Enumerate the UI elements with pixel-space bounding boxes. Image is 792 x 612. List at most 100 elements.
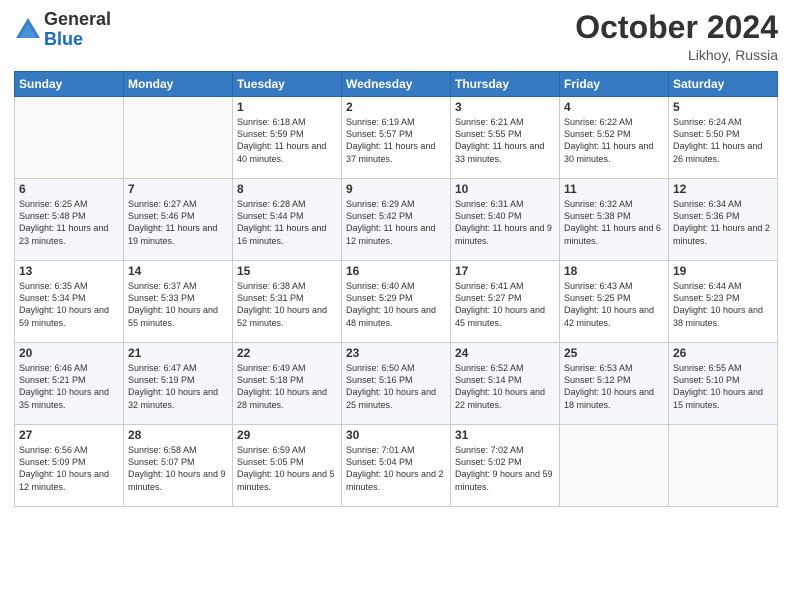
day-info: Sunrise: 6:58 AMSunset: 5:07 PMDaylight:… [128,444,228,493]
col-wednesday: Wednesday [342,72,451,97]
day-info: Sunrise: 6:40 AMSunset: 5:29 PMDaylight:… [346,280,446,329]
table-row: 1 Sunrise: 6:18 AMSunset: 5:59 PMDayligh… [233,97,342,179]
day-info: Sunrise: 6:19 AMSunset: 5:57 PMDaylight:… [346,116,446,165]
table-row: 9 Sunrise: 6:29 AMSunset: 5:42 PMDayligh… [342,179,451,261]
table-row: 18 Sunrise: 6:43 AMSunset: 5:25 PMDaylig… [560,261,669,343]
day-info: Sunrise: 6:50 AMSunset: 5:16 PMDaylight:… [346,362,446,411]
table-row: 19 Sunrise: 6:44 AMSunset: 5:23 PMDaylig… [669,261,778,343]
table-row [124,97,233,179]
day-number: 15 [237,264,337,278]
table-row: 29 Sunrise: 6:59 AMSunset: 5:05 PMDaylig… [233,425,342,507]
day-number: 4 [564,100,664,114]
day-info: Sunrise: 6:25 AMSunset: 5:48 PMDaylight:… [19,198,119,247]
col-monday: Monday [124,72,233,97]
day-number: 26 [673,346,773,360]
day-number: 16 [346,264,446,278]
day-number: 1 [237,100,337,114]
day-info: Sunrise: 6:18 AMSunset: 5:59 PMDaylight:… [237,116,337,165]
day-info: Sunrise: 6:46 AMSunset: 5:21 PMDaylight:… [19,362,119,411]
day-number: 6 [19,182,119,196]
day-number: 20 [19,346,119,360]
day-number: 25 [564,346,664,360]
table-row: 12 Sunrise: 6:34 AMSunset: 5:36 PMDaylig… [669,179,778,261]
calendar-week-row: 27 Sunrise: 6:56 AMSunset: 5:09 PMDaylig… [15,425,778,507]
logo-general-text: General [44,10,111,30]
col-thursday: Thursday [451,72,560,97]
day-number: 17 [455,264,555,278]
day-info: Sunrise: 7:01 AMSunset: 5:04 PMDaylight:… [346,444,446,493]
day-info: Sunrise: 6:55 AMSunset: 5:10 PMDaylight:… [673,362,773,411]
table-row: 23 Sunrise: 6:50 AMSunset: 5:16 PMDaylig… [342,343,451,425]
month-title: October 2024 [575,10,778,45]
col-saturday: Saturday [669,72,778,97]
day-info: Sunrise: 6:38 AMSunset: 5:31 PMDaylight:… [237,280,337,329]
calendar-week-row: 6 Sunrise: 6:25 AMSunset: 5:48 PMDayligh… [15,179,778,261]
day-info: Sunrise: 6:52 AMSunset: 5:14 PMDaylight:… [455,362,555,411]
logo-icon [14,16,42,44]
col-friday: Friday [560,72,669,97]
day-info: Sunrise: 6:49 AMSunset: 5:18 PMDaylight:… [237,362,337,411]
table-row: 31 Sunrise: 7:02 AMSunset: 5:02 PMDaylig… [451,425,560,507]
day-info: Sunrise: 6:21 AMSunset: 5:55 PMDaylight:… [455,116,555,165]
day-number: 29 [237,428,337,442]
day-number: 14 [128,264,228,278]
table-row: 14 Sunrise: 6:37 AMSunset: 5:33 PMDaylig… [124,261,233,343]
table-row: 7 Sunrise: 6:27 AMSunset: 5:46 PMDayligh… [124,179,233,261]
table-row: 28 Sunrise: 6:58 AMSunset: 5:07 PMDaylig… [124,425,233,507]
table-row: 17 Sunrise: 6:41 AMSunset: 5:27 PMDaylig… [451,261,560,343]
logo-text: General Blue [44,10,111,50]
calendar-week-row: 1 Sunrise: 6:18 AMSunset: 5:59 PMDayligh… [15,97,778,179]
day-number: 30 [346,428,446,442]
day-info: Sunrise: 6:22 AMSunset: 5:52 PMDaylight:… [564,116,664,165]
table-row: 10 Sunrise: 6:31 AMSunset: 5:40 PMDaylig… [451,179,560,261]
table-row: 8 Sunrise: 6:28 AMSunset: 5:44 PMDayligh… [233,179,342,261]
calendar-week-row: 20 Sunrise: 6:46 AMSunset: 5:21 PMDaylig… [15,343,778,425]
table-row: 3 Sunrise: 6:21 AMSunset: 5:55 PMDayligh… [451,97,560,179]
day-info: Sunrise: 6:47 AMSunset: 5:19 PMDaylight:… [128,362,228,411]
table-row: 4 Sunrise: 6:22 AMSunset: 5:52 PMDayligh… [560,97,669,179]
day-info: Sunrise: 6:34 AMSunset: 5:36 PMDaylight:… [673,198,773,247]
day-info: Sunrise: 6:56 AMSunset: 5:09 PMDaylight:… [19,444,119,493]
calendar-table: Sunday Monday Tuesday Wednesday Thursday… [14,71,778,507]
day-number: 23 [346,346,446,360]
col-sunday: Sunday [15,72,124,97]
table-row: 22 Sunrise: 6:49 AMSunset: 5:18 PMDaylig… [233,343,342,425]
table-row: 5 Sunrise: 6:24 AMSunset: 5:50 PMDayligh… [669,97,778,179]
day-info: Sunrise: 6:59 AMSunset: 5:05 PMDaylight:… [237,444,337,493]
table-row: 25 Sunrise: 6:53 AMSunset: 5:12 PMDaylig… [560,343,669,425]
table-row [560,425,669,507]
table-row: 2 Sunrise: 6:19 AMSunset: 5:57 PMDayligh… [342,97,451,179]
day-number: 12 [673,182,773,196]
day-info: Sunrise: 6:44 AMSunset: 5:23 PMDaylight:… [673,280,773,329]
calendar-header-row: Sunday Monday Tuesday Wednesday Thursday… [15,72,778,97]
table-row: 20 Sunrise: 6:46 AMSunset: 5:21 PMDaylig… [15,343,124,425]
day-number: 7 [128,182,228,196]
day-info: Sunrise: 6:24 AMSunset: 5:50 PMDaylight:… [673,116,773,165]
day-info: Sunrise: 6:41 AMSunset: 5:27 PMDaylight:… [455,280,555,329]
day-number: 13 [19,264,119,278]
table-row: 30 Sunrise: 7:01 AMSunset: 5:04 PMDaylig… [342,425,451,507]
day-number: 8 [237,182,337,196]
table-row: 24 Sunrise: 6:52 AMSunset: 5:14 PMDaylig… [451,343,560,425]
day-number: 18 [564,264,664,278]
col-tuesday: Tuesday [233,72,342,97]
table-row: 27 Sunrise: 6:56 AMSunset: 5:09 PMDaylig… [15,425,124,507]
day-info: Sunrise: 6:29 AMSunset: 5:42 PMDaylight:… [346,198,446,247]
day-info: Sunrise: 6:35 AMSunset: 5:34 PMDaylight:… [19,280,119,329]
day-info: Sunrise: 6:28 AMSunset: 5:44 PMDaylight:… [237,198,337,247]
table-row: 21 Sunrise: 6:47 AMSunset: 5:19 PMDaylig… [124,343,233,425]
logo-blue-text: Blue [44,30,111,50]
day-info: Sunrise: 6:37 AMSunset: 5:33 PMDaylight:… [128,280,228,329]
table-row: 6 Sunrise: 6:25 AMSunset: 5:48 PMDayligh… [15,179,124,261]
day-number: 3 [455,100,555,114]
calendar-week-row: 13 Sunrise: 6:35 AMSunset: 5:34 PMDaylig… [15,261,778,343]
day-number: 5 [673,100,773,114]
table-row: 13 Sunrise: 6:35 AMSunset: 5:34 PMDaylig… [15,261,124,343]
day-info: Sunrise: 6:32 AMSunset: 5:38 PMDaylight:… [564,198,664,247]
table-row: 26 Sunrise: 6:55 AMSunset: 5:10 PMDaylig… [669,343,778,425]
day-number: 27 [19,428,119,442]
day-number: 24 [455,346,555,360]
day-number: 22 [237,346,337,360]
day-number: 11 [564,182,664,196]
day-number: 28 [128,428,228,442]
